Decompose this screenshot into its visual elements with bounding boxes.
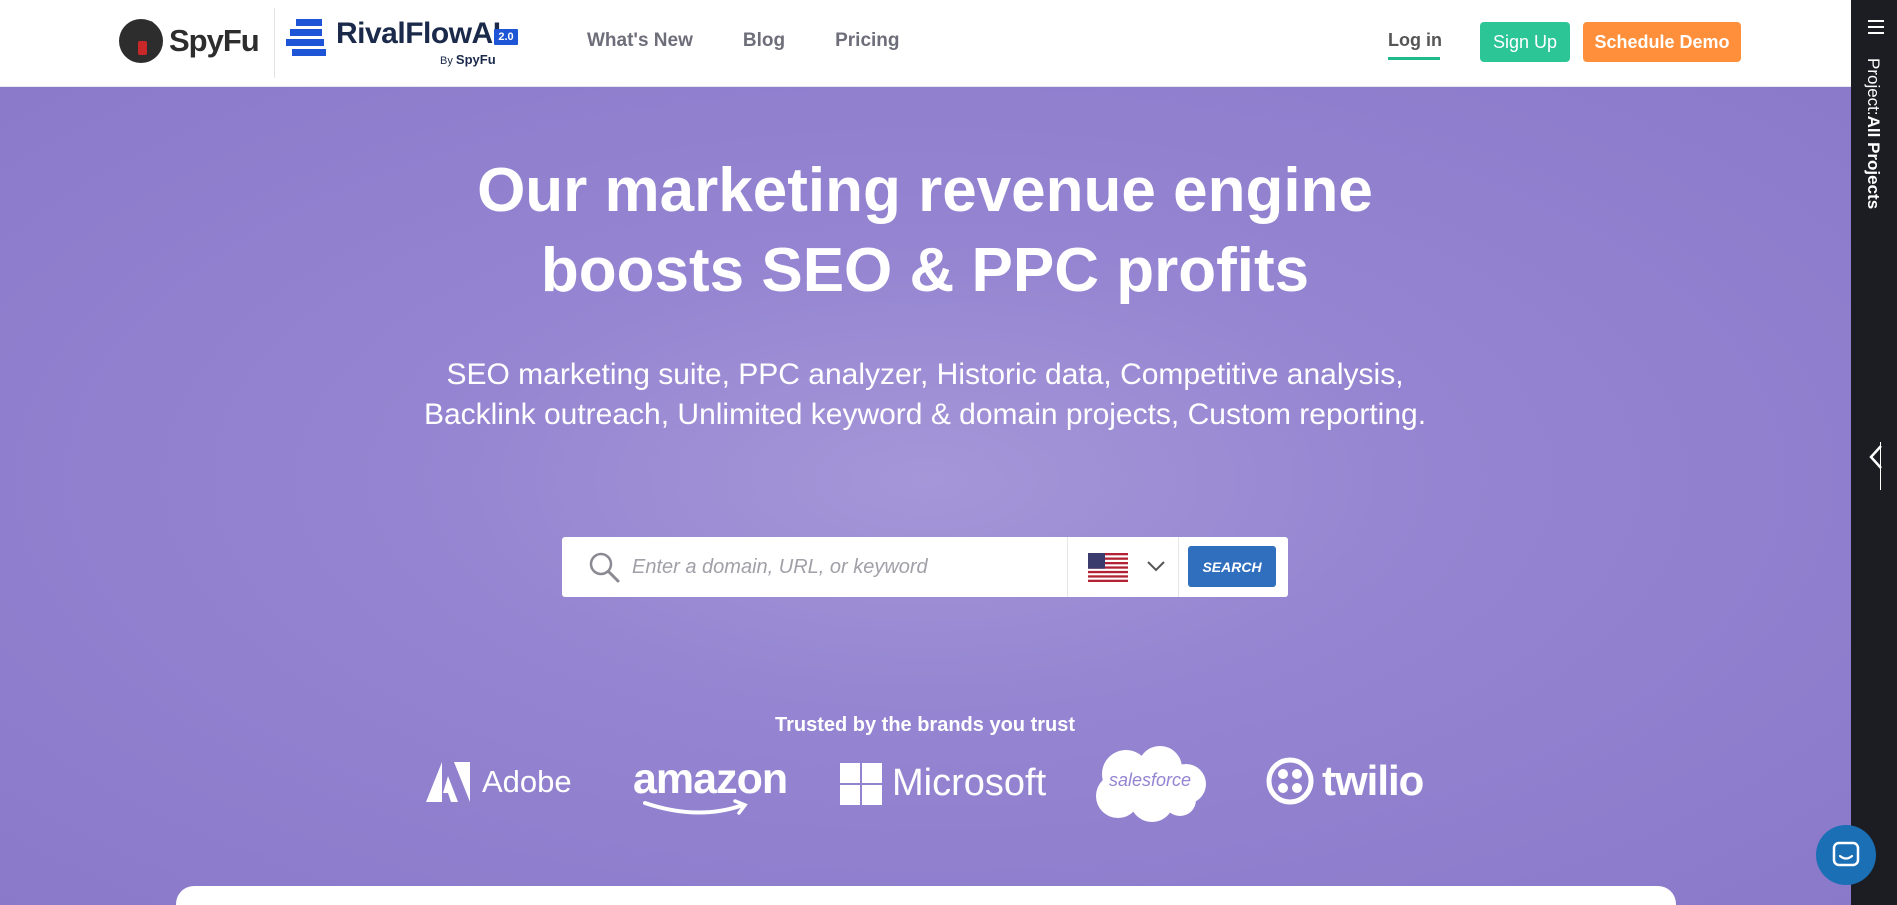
brand-microsoft: Microsoft [840, 762, 1046, 805]
brand-salesforce: salesforce [1092, 744, 1208, 829]
headline-line-2: boosts SEO & PPC profits [540, 236, 1310, 305]
chevron-down-icon [1147, 561, 1165, 572]
chat-icon [1832, 841, 1860, 867]
logo-divider [274, 8, 275, 78]
headline-line-1: Our marketing revenue engine [477, 156, 1373, 225]
spyfu-spy-icon [119, 19, 163, 63]
rivalflow-logo-text: RivalFlowAI [336, 17, 501, 50]
project-value: All Projects [1864, 115, 1883, 210]
search-input[interactable] [632, 547, 1052, 587]
nav-blog[interactable]: Blog [743, 30, 785, 52]
hero-subheadline: SEO marketing suite, PPC analyzer, Histo… [423, 358, 1427, 431]
brand-adobe: Adobe [426, 762, 572, 802]
project-prefix: Project: [1864, 58, 1883, 116]
project-selector[interactable]: Project:All Projects [1863, 58, 1883, 209]
search-icon [589, 552, 620, 583]
microsoft-logo-icon [840, 762, 882, 805]
brand-twilio: twilio [1266, 757, 1424, 805]
rivalflow-version-badge: 2.0 [494, 29, 518, 45]
microsoft-label: Microsoft [892, 762, 1047, 804]
main-nav: What's New Blog Pricing [587, 30, 900, 52]
salesforce-label: salesforce [1108, 770, 1192, 790]
hamburger-menu-icon[interactable] [1868, 20, 1884, 38]
flag-us-icon [1088, 553, 1128, 582]
twilio-logo-icon [1266, 757, 1314, 805]
collapse-panel-button[interactable] [1869, 442, 1883, 490]
adobe-label: Adobe [482, 764, 572, 799]
login-underline [1388, 57, 1440, 60]
login-link[interactable]: Log in [1388, 30, 1442, 51]
hero-headline: Our marketing revenue engine boosts SEO … [400, 151, 1450, 311]
search-bar: SEARCH [562, 537, 1288, 597]
amazon-label: amazon [633, 755, 788, 803]
adobe-logo-icon [426, 762, 470, 802]
trusted-by-title: Trusted by the brands you trust [774, 714, 1076, 736]
top-navigation-bar: SpyFu RivalFlowAI 2.0 By SpyFu What's Ne… [0, 0, 1851, 87]
country-select[interactable] [1067, 537, 1179, 597]
spyfu-logo[interactable]: SpyFu [119, 19, 260, 63]
rivalflow-stripes-icon [286, 19, 326, 57]
amazon-smile-icon [643, 799, 748, 815]
nav-pricing[interactable]: Pricing [835, 30, 899, 52]
sign-up-button[interactable]: Sign Up [1480, 22, 1570, 62]
project-sidepanel: Project:All Projects [1851, 0, 1897, 905]
hero-section: Our marketing revenue engine boosts SEO … [0, 87, 1851, 905]
content-card [176, 886, 1676, 905]
spyfu-logo-text: SpyFu [169, 23, 260, 58]
nav-whats-new[interactable]: What's New [587, 30, 693, 52]
schedule-demo-button[interactable]: Schedule Demo [1583, 22, 1741, 62]
chat-launcher-button[interactable] [1816, 825, 1876, 885]
search-button[interactable]: SEARCH [1188, 546, 1276, 587]
chevron-left-icon [1869, 445, 1882, 469]
brand-amazon: amazon [633, 755, 788, 815]
rivalflow-by-label: By SpyFu [440, 52, 496, 67]
twilio-label: twilio [1322, 757, 1424, 804]
